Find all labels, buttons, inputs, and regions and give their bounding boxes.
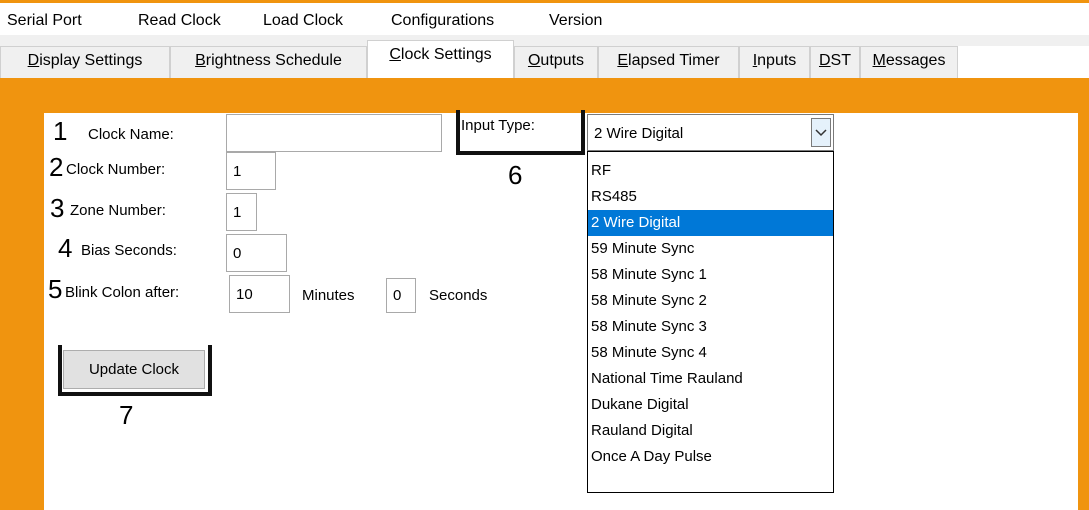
- minutes-label: Minutes: [302, 287, 355, 304]
- update-clock-button[interactable]: Update Clock: [63, 350, 205, 389]
- tab-strip: Display Settings Brightness Schedule Clo…: [0, 35, 1089, 78]
- tab-outputs[interactable]: Outputs: [514, 46, 598, 78]
- input-type-selected-value: 2 Wire Digital: [594, 125, 684, 142]
- tab-accel: C: [389, 46, 401, 63]
- blink-seconds-input[interactable]: 0: [386, 278, 416, 313]
- blink-colon-label: Blink Colon after:: [65, 284, 180, 301]
- tab-label: essages: [885, 52, 946, 69]
- menu-bar: Serial Port Read Clock Load Clock Config…: [0, 0, 1089, 35]
- dropdown-option-58-minute-sync-3[interactable]: 58 Minute Sync 3: [588, 314, 833, 340]
- tab-inputs[interactable]: Inputs: [739, 46, 810, 78]
- callout-number-3: 3: [50, 193, 65, 223]
- tab-elapsed-timer[interactable]: Elapsed Timer: [598, 46, 739, 78]
- clock-number-input[interactable]: 1: [226, 152, 276, 190]
- callout-number-4: 4: [58, 233, 73, 263]
- dropdown-option-2-wire-digital[interactable]: 2 Wire Digital: [588, 210, 833, 236]
- tab-messages[interactable]: Messages: [860, 46, 958, 78]
- callout-number-5: 5: [48, 274, 63, 304]
- blink-minutes-input[interactable]: 10: [229, 275, 290, 313]
- menu-load-clock[interactable]: Load Clock: [263, 12, 343, 30]
- input-type-select[interactable]: 2 Wire Digital: [587, 114, 834, 151]
- dropdown-option-rf[interactable]: RF: [588, 158, 833, 184]
- tab-clock-settings[interactable]: Clock Settings: [367, 40, 514, 78]
- tab-label: ST: [830, 52, 851, 69]
- callout-number-2: 2: [49, 152, 64, 182]
- input-type-dropdown-list: RF RS485 2 Wire Digital 59 Minute Sync 5…: [587, 151, 834, 493]
- tab-label: nputs: [757, 52, 797, 69]
- tab-strip-empty-area: [958, 46, 1089, 78]
- tab-display-settings[interactable]: Display Settings: [0, 46, 170, 78]
- tab-dst[interactable]: DST: [810, 46, 860, 78]
- chevron-down-icon: [815, 129, 827, 137]
- dropdown-option-rs485[interactable]: RS485: [588, 184, 833, 210]
- menu-version[interactable]: Version: [549, 12, 602, 30]
- dropdown-option-national-time-rauland[interactable]: National Time Rauland: [588, 366, 833, 392]
- tab-accel: B: [195, 52, 206, 69]
- tab-accel: D: [818, 52, 831, 69]
- bias-seconds-label: Bias Seconds:: [81, 242, 177, 259]
- clock-number-label: Clock Number:: [66, 161, 166, 178]
- tab-label: isplay Settings: [39, 52, 143, 69]
- callout-number-7: 7: [119, 400, 134, 430]
- dropdown-option-58-minute-sync-2[interactable]: 58 Minute Sync 2: [588, 288, 833, 314]
- dropdown-option-58-minute-sync-4[interactable]: 58 Minute Sync 4: [588, 340, 833, 366]
- dropdown-option-dukane-digital[interactable]: Dukane Digital: [588, 392, 833, 418]
- tab-accel: M: [872, 52, 886, 69]
- zone-number-input[interactable]: 1: [226, 193, 257, 231]
- dropdown-option-58-minute-sync-1[interactable]: 58 Minute Sync 1: [588, 262, 833, 288]
- dropdown-option-59-minute-sync[interactable]: 59 Minute Sync: [588, 236, 833, 262]
- clock-settings-panel: [44, 113, 1078, 510]
- callout-number-1: 1: [53, 116, 68, 146]
- tab-accel: E: [617, 52, 629, 69]
- input-type-label: Input Type:: [461, 117, 535, 134]
- menu-configurations[interactable]: Configurations: [391, 12, 494, 30]
- bias-seconds-input[interactable]: 0: [226, 234, 287, 272]
- tab-brightness-schedule[interactable]: Brightness Schedule: [170, 46, 367, 78]
- tab-label: rightness Schedule: [205, 52, 342, 69]
- clock-name-input[interactable]: [226, 114, 442, 152]
- tab-label: utputs: [540, 52, 585, 69]
- menu-serial-port[interactable]: Serial Port: [7, 12, 82, 30]
- clock-name-label: Clock Name:: [88, 126, 174, 143]
- tab-label: lock Settings: [400, 46, 492, 63]
- callout-number-6: 6: [508, 160, 523, 190]
- dropdown-option-rauland-digital[interactable]: Rauland Digital: [588, 418, 833, 444]
- tab-accel: D: [27, 52, 40, 69]
- tab-label: lapsed Timer: [628, 52, 720, 69]
- menu-read-clock[interactable]: Read Clock: [138, 12, 221, 30]
- tab-accel: O: [527, 52, 541, 69]
- dropdown-arrow-button[interactable]: [811, 118, 831, 147]
- dropdown-option-once-a-day-pulse[interactable]: Once A Day Pulse: [588, 444, 833, 470]
- zone-number-label: Zone Number:: [70, 202, 166, 219]
- seconds-label: Seconds: [429, 287, 488, 304]
